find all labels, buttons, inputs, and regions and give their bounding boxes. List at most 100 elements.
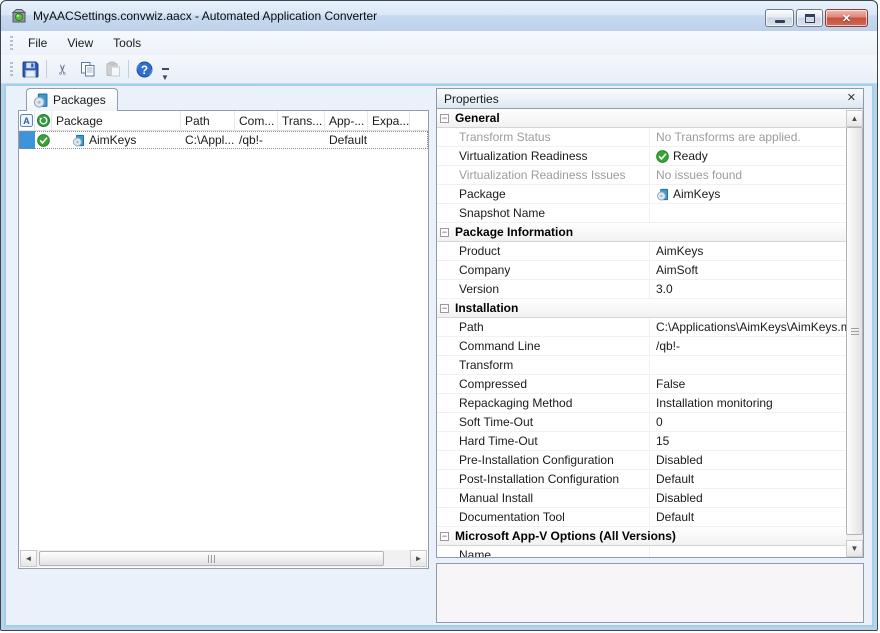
property-label: Manual Install — [453, 489, 649, 507]
property-row[interactable]: Documentation ToolDefault — [437, 508, 846, 527]
property-row[interactable]: Pre-Installation ConfigurationDisabled — [437, 451, 846, 470]
collapse-icon[interactable]: − — [440, 228, 449, 237]
scroll-left-button[interactable]: ◄ — [20, 550, 37, 567]
property-row[interactable]: ProductAimKeys — [437, 242, 846, 261]
property-value-text: C:\Applications\AimKeys\AimKeys.msi — [656, 320, 846, 334]
info-column-header[interactable]: A — [19, 111, 35, 130]
property-value-text: 15 — [656, 434, 669, 448]
package-command-cell: /qb!- — [235, 131, 278, 149]
property-value[interactable]: Disabled — [649, 489, 846, 507]
property-value-text: Disabled — [656, 491, 703, 505]
status-column-header[interactable] — [35, 111, 52, 130]
menu-view[interactable]: View — [57, 33, 103, 53]
property-row[interactable]: Virtualization ReadinessReady — [437, 147, 846, 166]
save-button[interactable] — [18, 58, 43, 81]
titlebar[interactable]: MyAACSettings.convwiz.aacx - Automated A… — [1, 1, 877, 31]
property-value[interactable]: Default — [649, 470, 846, 488]
property-row[interactable]: Hard Time-Out15 — [437, 432, 846, 451]
cut-button[interactable]: ✂ — [50, 58, 75, 81]
property-row[interactable]: CompressedFalse — [437, 375, 846, 394]
property-value[interactable]: AimKeys — [649, 242, 846, 260]
property-value[interactable] — [649, 546, 846, 558]
property-section-header[interactable]: −General — [437, 109, 846, 128]
scrollbar-thumb[interactable] — [846, 127, 863, 535]
property-row[interactable]: PathC:\Applications\AimKeys\AimKeys.msi — [437, 318, 846, 337]
help-button[interactable]: ? — [132, 58, 157, 81]
property-value[interactable]: AimKeys — [649, 185, 846, 203]
menu-file[interactable]: File — [18, 33, 57, 53]
minimize-button[interactable] — [765, 9, 794, 27]
thumb-grip-icon — [208, 555, 209, 563]
property-row[interactable]: Manual Install Disabled — [437, 489, 846, 508]
property-row[interactable]: Snapshot Name — [437, 204, 846, 223]
collapse-icon[interactable]: − — [440, 304, 449, 313]
scroll-right-button[interactable]: ► — [410, 550, 427, 567]
property-row[interactable]: Soft Time-Out0 — [437, 413, 846, 432]
horizontal-scrollbar[interactable]: ◄ ► — [20, 550, 427, 567]
toolbar-overflow-button[interactable]: ▼ — [158, 56, 172, 82]
property-value[interactable]: 15 — [649, 432, 846, 450]
property-row[interactable]: Name — [437, 546, 846, 558]
row-gutter — [437, 128, 453, 146]
property-row[interactable]: Virtualization Readiness IssuesNo issues… — [437, 166, 846, 185]
property-row[interactable]: CompanyAimSoft — [437, 261, 846, 280]
overflow-bar-icon — [162, 68, 169, 70]
copy-button[interactable] — [75, 58, 100, 81]
package-path-cell: C:\Appl... — [181, 131, 235, 149]
row-selector-cell[interactable] — [19, 131, 35, 149]
scrollbar-track[interactable] — [37, 550, 410, 567]
maximize-button[interactable] — [796, 9, 823, 27]
collapse-icon[interactable]: − — [440, 114, 449, 123]
property-value[interactable]: Installation monitoring — [649, 394, 846, 412]
column-header-command[interactable]: Com... — [235, 111, 278, 130]
row-gutter — [437, 185, 453, 203]
packages-panel: Packages A — [18, 88, 429, 569]
property-row[interactable]: Command Line/qb!- — [437, 337, 846, 356]
property-value[interactable]: /qb!- — [649, 337, 846, 355]
property-row[interactable]: Transform StatusNo Transforms are applie… — [437, 128, 846, 147]
property-row[interactable]: Transform — [437, 356, 846, 375]
property-value[interactable]: Disabled — [649, 451, 846, 469]
paste-button[interactable] — [100, 58, 125, 81]
row-gutter — [437, 470, 453, 488]
property-value-text: No issues found — [656, 168, 742, 182]
column-header-transform[interactable]: Trans... — [278, 111, 325, 130]
app-window: MyAACSettings.convwiz.aacx - Automated A… — [0, 0, 878, 631]
column-header-package[interactable]: Package — [52, 111, 181, 130]
column-header-path[interactable]: Path — [181, 111, 235, 130]
property-value[interactable]: No issues found — [649, 166, 846, 184]
property-value[interactable]: No Transforms are applied. — [649, 128, 846, 146]
property-value[interactable]: C:\Applications\AimKeys\AimKeys.msi — [649, 318, 846, 336]
scroll-down-button[interactable]: ▼ — [846, 540, 863, 557]
scroll-up-button[interactable]: ▲ — [846, 110, 863, 127]
row-gutter — [437, 413, 453, 431]
properties-close-button[interactable]: ✕ — [847, 93, 856, 104]
column-header-appv[interactable]: App-... — [325, 111, 368, 130]
property-value[interactable]: Ready — [649, 147, 846, 165]
property-row[interactable]: Repackaging MethodInstallation monitorin… — [437, 394, 846, 413]
property-value[interactable]: AimSoft — [649, 261, 846, 279]
property-value[interactable] — [649, 356, 846, 374]
menu-tools[interactable]: Tools — [103, 33, 151, 53]
property-value[interactable]: 3.0 — [649, 280, 846, 298]
vertical-scrollbar[interactable]: ▲ ▼ — [846, 110, 863, 557]
property-section-header[interactable]: −Microsoft App-V Options (All Versions) — [437, 527, 846, 546]
package-row-aimkeys[interactable]: AimKeys C:\Appl... /qb!- Default — [19, 131, 428, 149]
toolbar-separator — [46, 60, 47, 78]
arrow-down-icon: ▼ — [851, 544, 859, 553]
property-value[interactable]: False — [649, 375, 846, 393]
property-value[interactable]: Default — [649, 508, 846, 526]
tab-packages[interactable]: Packages — [26, 88, 118, 111]
collapse-icon[interactable]: − — [440, 532, 449, 541]
property-row[interactable]: Post-Installation ConfigurationDefault — [437, 470, 846, 489]
property-section-header[interactable]: −Installation — [437, 299, 846, 318]
maximize-icon — [805, 14, 815, 23]
property-row[interactable]: Version3.0 — [437, 280, 846, 299]
scrollbar-thumb[interactable] — [39, 551, 384, 566]
close-button[interactable]: ✕ — [825, 9, 868, 27]
property-section-header[interactable]: −Package Information — [437, 223, 846, 242]
column-header-expand[interactable]: Expa... — [368, 111, 410, 130]
property-value[interactable]: 0 — [649, 413, 846, 431]
property-row[interactable]: PackageAimKeys — [437, 185, 846, 204]
property-value[interactable] — [649, 204, 846, 222]
